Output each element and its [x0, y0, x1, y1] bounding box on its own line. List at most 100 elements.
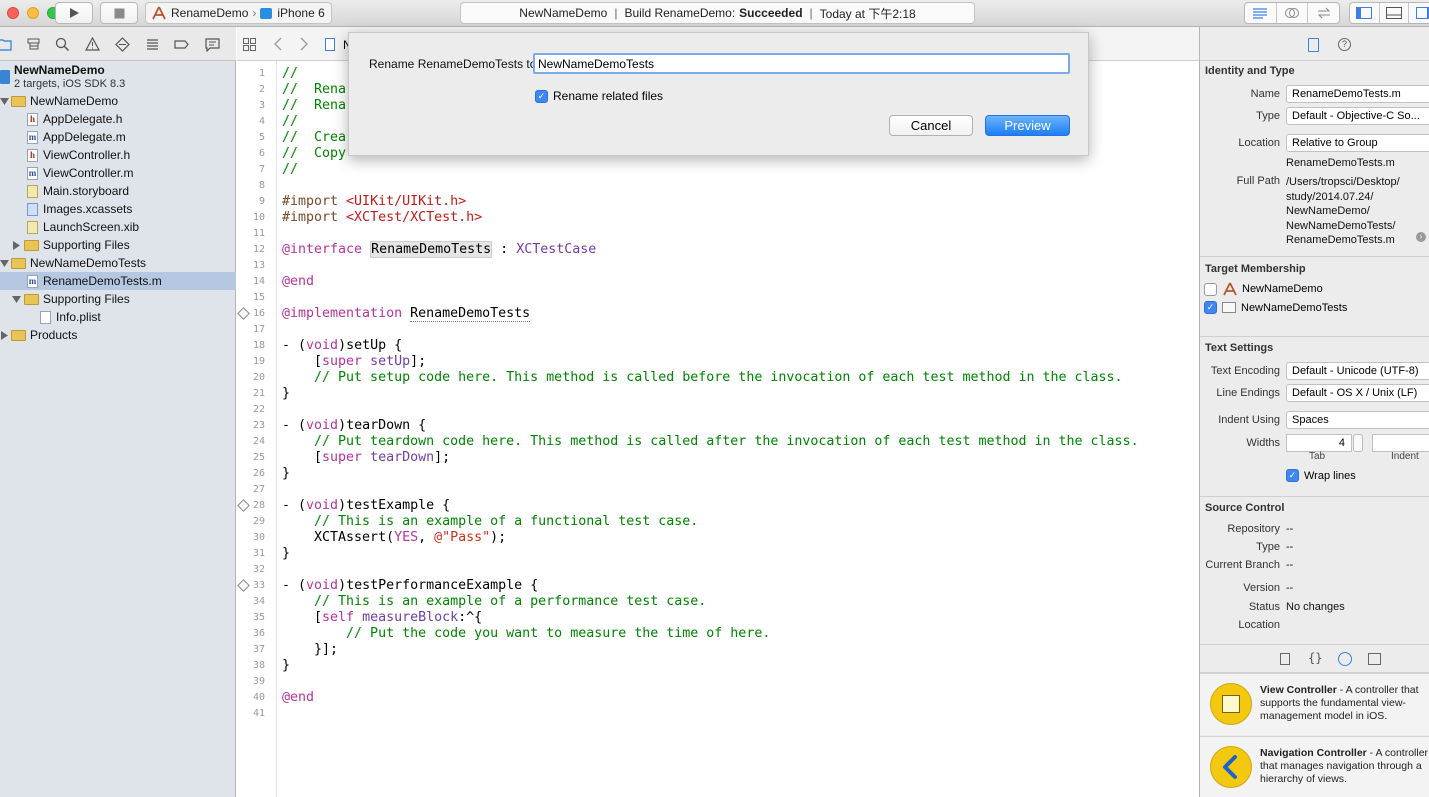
stop-button[interactable] [100, 2, 138, 24]
text-encoding-popup[interactable]: Default - Unicode (UTF-8) [1286, 362, 1429, 380]
target-membership-header: Target Membership [1205, 263, 1306, 275]
close-window-button[interactable] [7, 7, 19, 19]
issue-navigator-icon[interactable] [84, 36, 100, 52]
rename-related-files-checkbox[interactable]: ✓ Rename related files [535, 89, 663, 103]
line-number: 22 [252, 404, 265, 415]
location-popup[interactable]: Relative to Group [1286, 134, 1429, 152]
code-token: )testExample { [338, 498, 451, 513]
disclosure-closed-icon[interactable] [0, 330, 9, 340]
standard-editor-icon[interactable] [1245, 3, 1277, 23]
file-template-library-icon[interactable] [1280, 653, 1290, 665]
tree-item-appdelegate-m[interactable]: m AppDelegate.m [0, 128, 236, 146]
source-editor[interactable]: // // Rena // Rena // // Crea // Copy //… [282, 61, 1199, 797]
project-root-row[interactable]: NewNameDemo 2 targets, iOS SDK 8.3 [0, 63, 236, 91]
tree-item-label: Images.xcassets [43, 202, 133, 216]
line-number: 37 [252, 644, 265, 655]
tree-item-info-plist[interactable]: Info.plist [0, 308, 236, 326]
library-item-view-controller[interactable]: View Controller - A controller that supp… [1200, 673, 1429, 735]
breakpoint-navigator-icon[interactable] [173, 36, 189, 52]
folder-icon [11, 257, 26, 269]
scheme-selector[interactable]: RenameDemo › iPhone 6 [145, 2, 332, 24]
navigation-controller-icon [1210, 746, 1252, 788]
tree-item-appdelegate-h[interactable]: h AppDelegate.h [0, 110, 236, 128]
code-token: - ( [282, 418, 307, 433]
rename-input[interactable] [533, 53, 1070, 74]
tree-item-viewcontroller-h[interactable]: h ViewController.h [0, 146, 236, 164]
quick-help-icon[interactable]: ? [1338, 38, 1351, 51]
tree-item-renamedemotests-m[interactable]: m RenameDemoTests.m [0, 272, 236, 290]
indent-using-popup[interactable]: Spaces [1286, 411, 1429, 429]
project-navigator-icon[interactable] [0, 36, 12, 52]
reveal-in-finder-icon[interactable]: › [1416, 232, 1426, 242]
project-file-icon [0, 70, 10, 84]
code-line: } [282, 658, 291, 673]
disclosure-open-icon[interactable] [0, 259, 9, 268]
tree-item-images-xcassets[interactable]: Images.xcassets [0, 200, 236, 218]
disclosure-open-icon[interactable] [12, 295, 21, 304]
tree-item-label: Supporting Files [43, 292, 130, 306]
disclosure-closed-icon[interactable] [12, 240, 21, 250]
code-token: )setUp { [338, 338, 403, 353]
code-snippet-library-icon[interactable]: {} [1308, 651, 1322, 665]
line-number: 9 [258, 196, 265, 207]
cancel-button[interactable]: Cancel [889, 115, 973, 136]
checkbox-unchecked [1204, 282, 1217, 296]
related-items-icon[interactable] [243, 38, 256, 54]
find-navigator-icon[interactable] [54, 36, 70, 52]
tab-width-field[interactable]: 4 [1286, 434, 1352, 452]
minimize-window-button[interactable] [27, 7, 39, 19]
tree-item-newnamedemotests-group[interactable]: NewNameDemoTests [0, 254, 236, 272]
tree-item-label: AppDelegate.h [43, 112, 123, 126]
run-button[interactable] [55, 2, 93, 24]
assistant-editor-icon[interactable] [1277, 3, 1309, 23]
tree-item-label: LaunchScreen.xib [43, 220, 140, 234]
media-library-icon[interactable] [1368, 653, 1381, 665]
full-path-line: NewNameDemo/ [1286, 205, 1370, 217]
toggle-navigator-icon[interactable] [1350, 3, 1380, 23]
line-number: 38 [252, 660, 265, 671]
target-label: NewNameDemo [1242, 283, 1323, 295]
tree-item-viewcontroller-m[interactable]: m ViewController.m [0, 164, 236, 182]
checkbox-label: Rename related files [553, 89, 664, 103]
line-number: 11 [252, 228, 265, 239]
tree-item-launchscreen-xib[interactable]: LaunchScreen.xib [0, 218, 236, 236]
line-number: 40 [252, 692, 265, 703]
tree-item-supporting-files-1[interactable]: Supporting Files [0, 236, 236, 254]
code-token: )tearDown { [338, 418, 427, 433]
debug-navigator-icon[interactable] [144, 36, 160, 52]
disclosure-open-icon[interactable] [0, 97, 9, 106]
tree-item-main-storyboard[interactable]: Main.storyboard [0, 182, 236, 200]
indent-width-field[interactable] [1372, 434, 1429, 452]
code-token: void [306, 338, 339, 353]
object-library-icon[interactable] [1338, 652, 1352, 666]
line-endings-popup[interactable]: Default - OS X / Unix (LF) [1286, 384, 1429, 402]
symbol-navigator-icon[interactable] [25, 36, 41, 52]
tree-item-supporting-files-2[interactable]: Supporting Files [0, 290, 236, 308]
version-editor-icon[interactable] [1308, 3, 1339, 23]
report-navigator-icon[interactable] [204, 36, 220, 52]
back-arrow-icon[interactable] [273, 37, 283, 54]
target-newnamedemotests-checkbox[interactable]: ✓ NewNameDemoTests [1204, 301, 1347, 314]
wrap-lines-checkbox[interactable]: ✓ Wrap lines [1286, 469, 1356, 482]
tab-width-stepper[interactable] [1353, 434, 1363, 452]
forward-arrow-icon[interactable] [299, 37, 309, 54]
target-newnamedemo-checkbox[interactable]: NewNameDemo [1204, 282, 1323, 296]
editor-mode-control[interactable] [1244, 2, 1340, 24]
status-build-prefix: Build RenameDemo: [624, 6, 736, 20]
status-label: Status [1248, 601, 1280, 613]
toggle-debug-area-icon[interactable] [1380, 3, 1410, 23]
library-item-navigation-controller[interactable]: Navigation Controller - A controller tha… [1200, 736, 1429, 797]
file-inspector-icon[interactable] [1308, 38, 1319, 52]
tree-item-newnamedemo-group[interactable]: NewNameDemo [0, 92, 236, 110]
indent-caption: Indent [1391, 451, 1419, 462]
preview-button[interactable]: Preview [985, 115, 1070, 136]
name-field[interactable]: RenameDemoTests.m [1286, 85, 1429, 103]
view-toggle-control[interactable] [1349, 2, 1429, 24]
test-navigator-icon[interactable] [114, 36, 130, 52]
type-popup[interactable]: Default - Objective-C So... [1286, 107, 1429, 125]
toggle-utilities-icon[interactable] [1409, 3, 1429, 23]
tree-item-products[interactable]: Products [0, 326, 236, 344]
code-line: // Rena [282, 98, 347, 113]
code-token: - ( [282, 338, 307, 353]
code-line: @end [282, 690, 315, 705]
